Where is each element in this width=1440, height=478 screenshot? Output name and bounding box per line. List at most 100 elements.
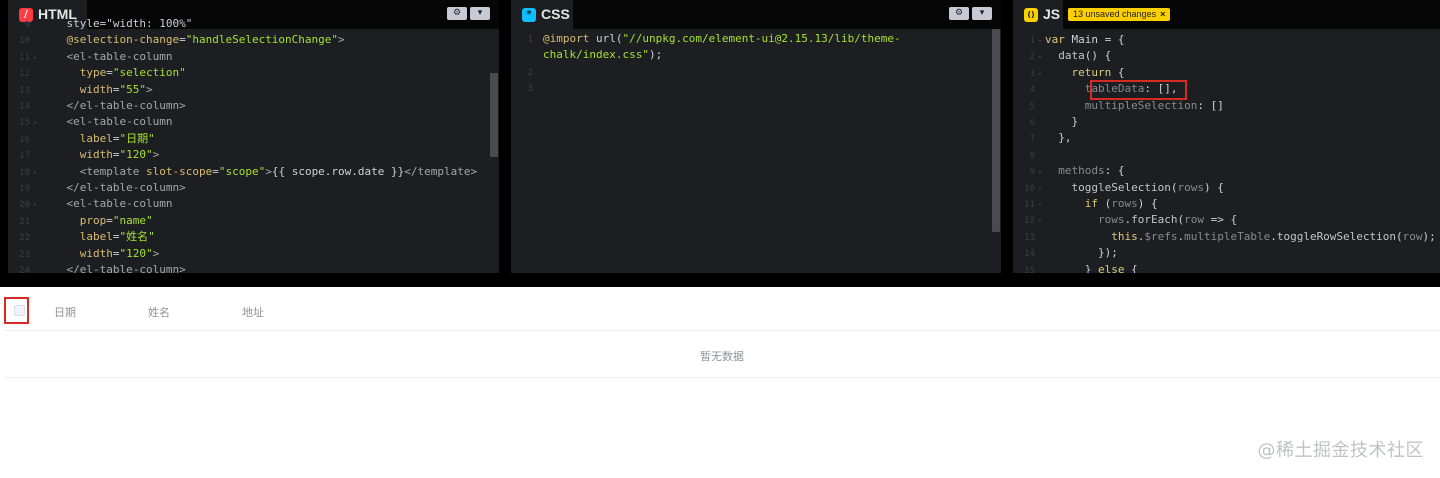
js-logo-icon: () bbox=[1024, 8, 1038, 22]
code-line[interactable]: 3 bbox=[511, 80, 543, 96]
line-number: 1 bbox=[1029, 36, 1035, 46]
line-number: 15 bbox=[19, 118, 30, 129]
code-line[interactable]: 1 @import url("//unpkg.com/element-ui@2.1… bbox=[511, 31, 901, 47]
code-line[interactable]: 15 ▾ <el-table-column bbox=[8, 114, 172, 130]
code-line[interactable]: 17 width="120"> bbox=[8, 147, 159, 163]
code-line[interactable]: 8 bbox=[1013, 147, 1045, 163]
code-line[interactable]: 10 @selection-change="handleSelectionCha… bbox=[8, 32, 345, 48]
code-line[interactable]: 9 style="width: 100%" bbox=[8, 16, 193, 32]
line-number: 11 bbox=[19, 52, 30, 63]
code-line[interactable]: 13 this.$refs.multipleTable.toggleRowSel… bbox=[1013, 229, 1436, 245]
fold-arrow-icon[interactable]: ▾ bbox=[30, 165, 40, 181]
html-code-area[interactable]: 9 style="width: 100%" 10 @selection-chang… bbox=[8, 17, 499, 273]
column-header-address: 地址 bbox=[242, 306, 264, 319]
line-number: 13 bbox=[19, 85, 30, 96]
fold-arrow-icon[interactable]: ▾ bbox=[30, 50, 40, 66]
code-line[interactable]: 14 </el-table-column> bbox=[8, 98, 186, 114]
code-line[interactable]: 11 ▾ if (rows) { bbox=[1013, 196, 1157, 213]
code-text: </el-table-column> bbox=[66, 181, 186, 194]
line-number: 21 bbox=[19, 216, 30, 227]
fold-arrow-icon[interactable]: ▾ bbox=[1035, 197, 1045, 213]
code-text: @import url("//unpkg.com/element-ui@2.15… bbox=[543, 32, 901, 45]
column-header-date: 日期 bbox=[54, 306, 76, 319]
code-text: multipleSelection: [] bbox=[1084, 98, 1224, 112]
chevron-down-icon[interactable]: ▾ bbox=[470, 7, 490, 20]
code-line[interactable]: 16 label="日期" bbox=[8, 131, 155, 147]
fold-arrow-icon[interactable]: ▾ bbox=[1035, 181, 1045, 197]
code-text: @selection-change="handleSelectionChange… bbox=[66, 33, 345, 47]
code-line[interactable]: 14 }); bbox=[1013, 245, 1118, 261]
html-editor-panel: / HTML ⚙ ▾ 9 style="width: 100%" 10 @selec… bbox=[8, 0, 499, 273]
js-code-area[interactable]: 1 ▾ var Main = {2 ▾ data() {3 ▾ return {4 ta… bbox=[1013, 29, 1440, 273]
code-line[interactable]: 15 } else { bbox=[1013, 262, 1138, 273]
code-line[interactable]: 21 prop="name" bbox=[8, 213, 152, 229]
fold-arrow-icon[interactable]: ▾ bbox=[1035, 49, 1045, 65]
code-text: rows.forEach(row => { bbox=[1097, 213, 1238, 227]
line-number: 4 bbox=[1029, 85, 1035, 96]
code-text: <el-table-column bbox=[66, 115, 173, 129]
line-number: 2 bbox=[527, 67, 533, 78]
js-panel-title[interactable]: JS bbox=[1043, 6, 1060, 22]
code-line[interactable]: 12 type="selection" bbox=[8, 65, 186, 81]
code-line[interactable]: 2 ▾ data() { bbox=[1013, 48, 1112, 65]
code-text: width="120"> bbox=[79, 246, 160, 260]
code-text: this.$refs.multipleTable.toggleRowSelect… bbox=[1111, 229, 1436, 243]
unsaved-changes-badge[interactable]: 13 unsaved changes × bbox=[1068, 8, 1171, 21]
gear-icon[interactable]: ⚙ bbox=[949, 7, 969, 20]
code-text: width="120"> bbox=[79, 148, 160, 162]
empty-data-text: 暂无数据 bbox=[700, 350, 744, 363]
css-code-area[interactable]: 1 @import url("//unpkg.com/element-ui@2.1… bbox=[511, 29, 1001, 273]
code-line[interactable]: 2 bbox=[511, 64, 543, 80]
line-number: 1 bbox=[527, 35, 533, 45]
code-text: } else { bbox=[1045, 262, 1138, 273]
html-scrollbar[interactable] bbox=[490, 73, 498, 157]
line-number: 16 bbox=[19, 134, 30, 145]
code-line[interactable]: 12 ▾ rows.forEach(row => { bbox=[1013, 212, 1237, 228]
watermark-text: @稀土掘金技术社区 bbox=[1257, 440, 1424, 461]
line-number: 12 bbox=[19, 69, 30, 80]
css-scrollbar[interactable] bbox=[992, 29, 1000, 232]
chevron-down-icon[interactable]: ▾ bbox=[972, 7, 992, 20]
code-line[interactable]: 23 width="120"> bbox=[8, 246, 159, 262]
line-number: 3 bbox=[527, 84, 533, 95]
table-header: 日期 姓名 地址 bbox=[4, 287, 1440, 331]
css-panel-title[interactable]: CSS bbox=[541, 6, 570, 22]
line-number: 20 bbox=[19, 200, 30, 211]
code-line[interactable]: 6 } bbox=[1013, 114, 1079, 130]
code-text: style="width: 100%" bbox=[40, 17, 193, 30]
fold-arrow-icon[interactable]: ▾ bbox=[30, 115, 40, 131]
code-line[interactable]: 10 ▾ toggleSelection(rows) { bbox=[1013, 180, 1224, 196]
line-number: 17 bbox=[19, 151, 30, 162]
code-line[interactable]: 20 ▾ <el-table-column bbox=[8, 196, 172, 212]
js-panel-header: () JS 13 unsaved changes × bbox=[1013, 0, 1440, 29]
js-editor-panel: () JS 13 unsaved changes × 1 ▾ var Main = {… bbox=[1013, 0, 1440, 273]
fold-arrow-icon[interactable]: ▾ bbox=[1035, 213, 1045, 229]
code-line[interactable]: 13 width="55"> bbox=[8, 82, 153, 98]
code-line[interactable]: 9 ▾ methods: { bbox=[1013, 163, 1125, 180]
line-number: 10 bbox=[19, 36, 30, 47]
code-text: width="55"> bbox=[79, 82, 153, 96]
result-preview: 日期 姓名 地址 暂无数据 @稀土掘金技术社区 bbox=[0, 287, 1440, 478]
code-line[interactable]: 22 label="姓名" bbox=[8, 229, 155, 245]
code-line[interactable]: 5 multipleSelection: [] bbox=[1013, 98, 1224, 114]
code-line[interactable]: chalk/index.css"); bbox=[511, 47, 662, 63]
fold-arrow-icon[interactable]: ▾ bbox=[1035, 66, 1045, 82]
code-line[interactable]: 18 ▾ <template slot-scope="scope">{{ scop… bbox=[8, 164, 477, 180]
line-number: 10 bbox=[1024, 183, 1035, 194]
fold-arrow-icon[interactable]: ▾ bbox=[1035, 164, 1045, 180]
close-icon[interactable]: × bbox=[1160, 9, 1165, 19]
code-text: type="selection" bbox=[79, 66, 186, 80]
code-line[interactable]: 7 }, bbox=[1013, 130, 1072, 146]
code-line[interactable]: 24 </el-table-column> bbox=[8, 262, 186, 273]
column-header-name: 姓名 bbox=[148, 306, 170, 319]
code-text: </el-table-column> bbox=[66, 99, 186, 112]
code-line[interactable]: 3 ▾ return { bbox=[1013, 65, 1125, 81]
code-line[interactable]: 11 ▾ <el-table-column bbox=[8, 49, 172, 65]
fold-arrow-icon[interactable]: ▾ bbox=[1035, 33, 1045, 49]
gear-icon[interactable]: ⚙ bbox=[447, 7, 467, 20]
checkbox-highlight-box bbox=[4, 297, 29, 324]
code-line[interactable]: 1 ▾ var Main = { bbox=[1013, 32, 1125, 49]
fold-arrow-icon[interactable]: ▾ bbox=[30, 197, 40, 213]
code-line[interactable]: 19 </el-table-column> bbox=[8, 180, 186, 196]
css-panel-header: * CSS ⚙ ▾ bbox=[511, 0, 1001, 29]
